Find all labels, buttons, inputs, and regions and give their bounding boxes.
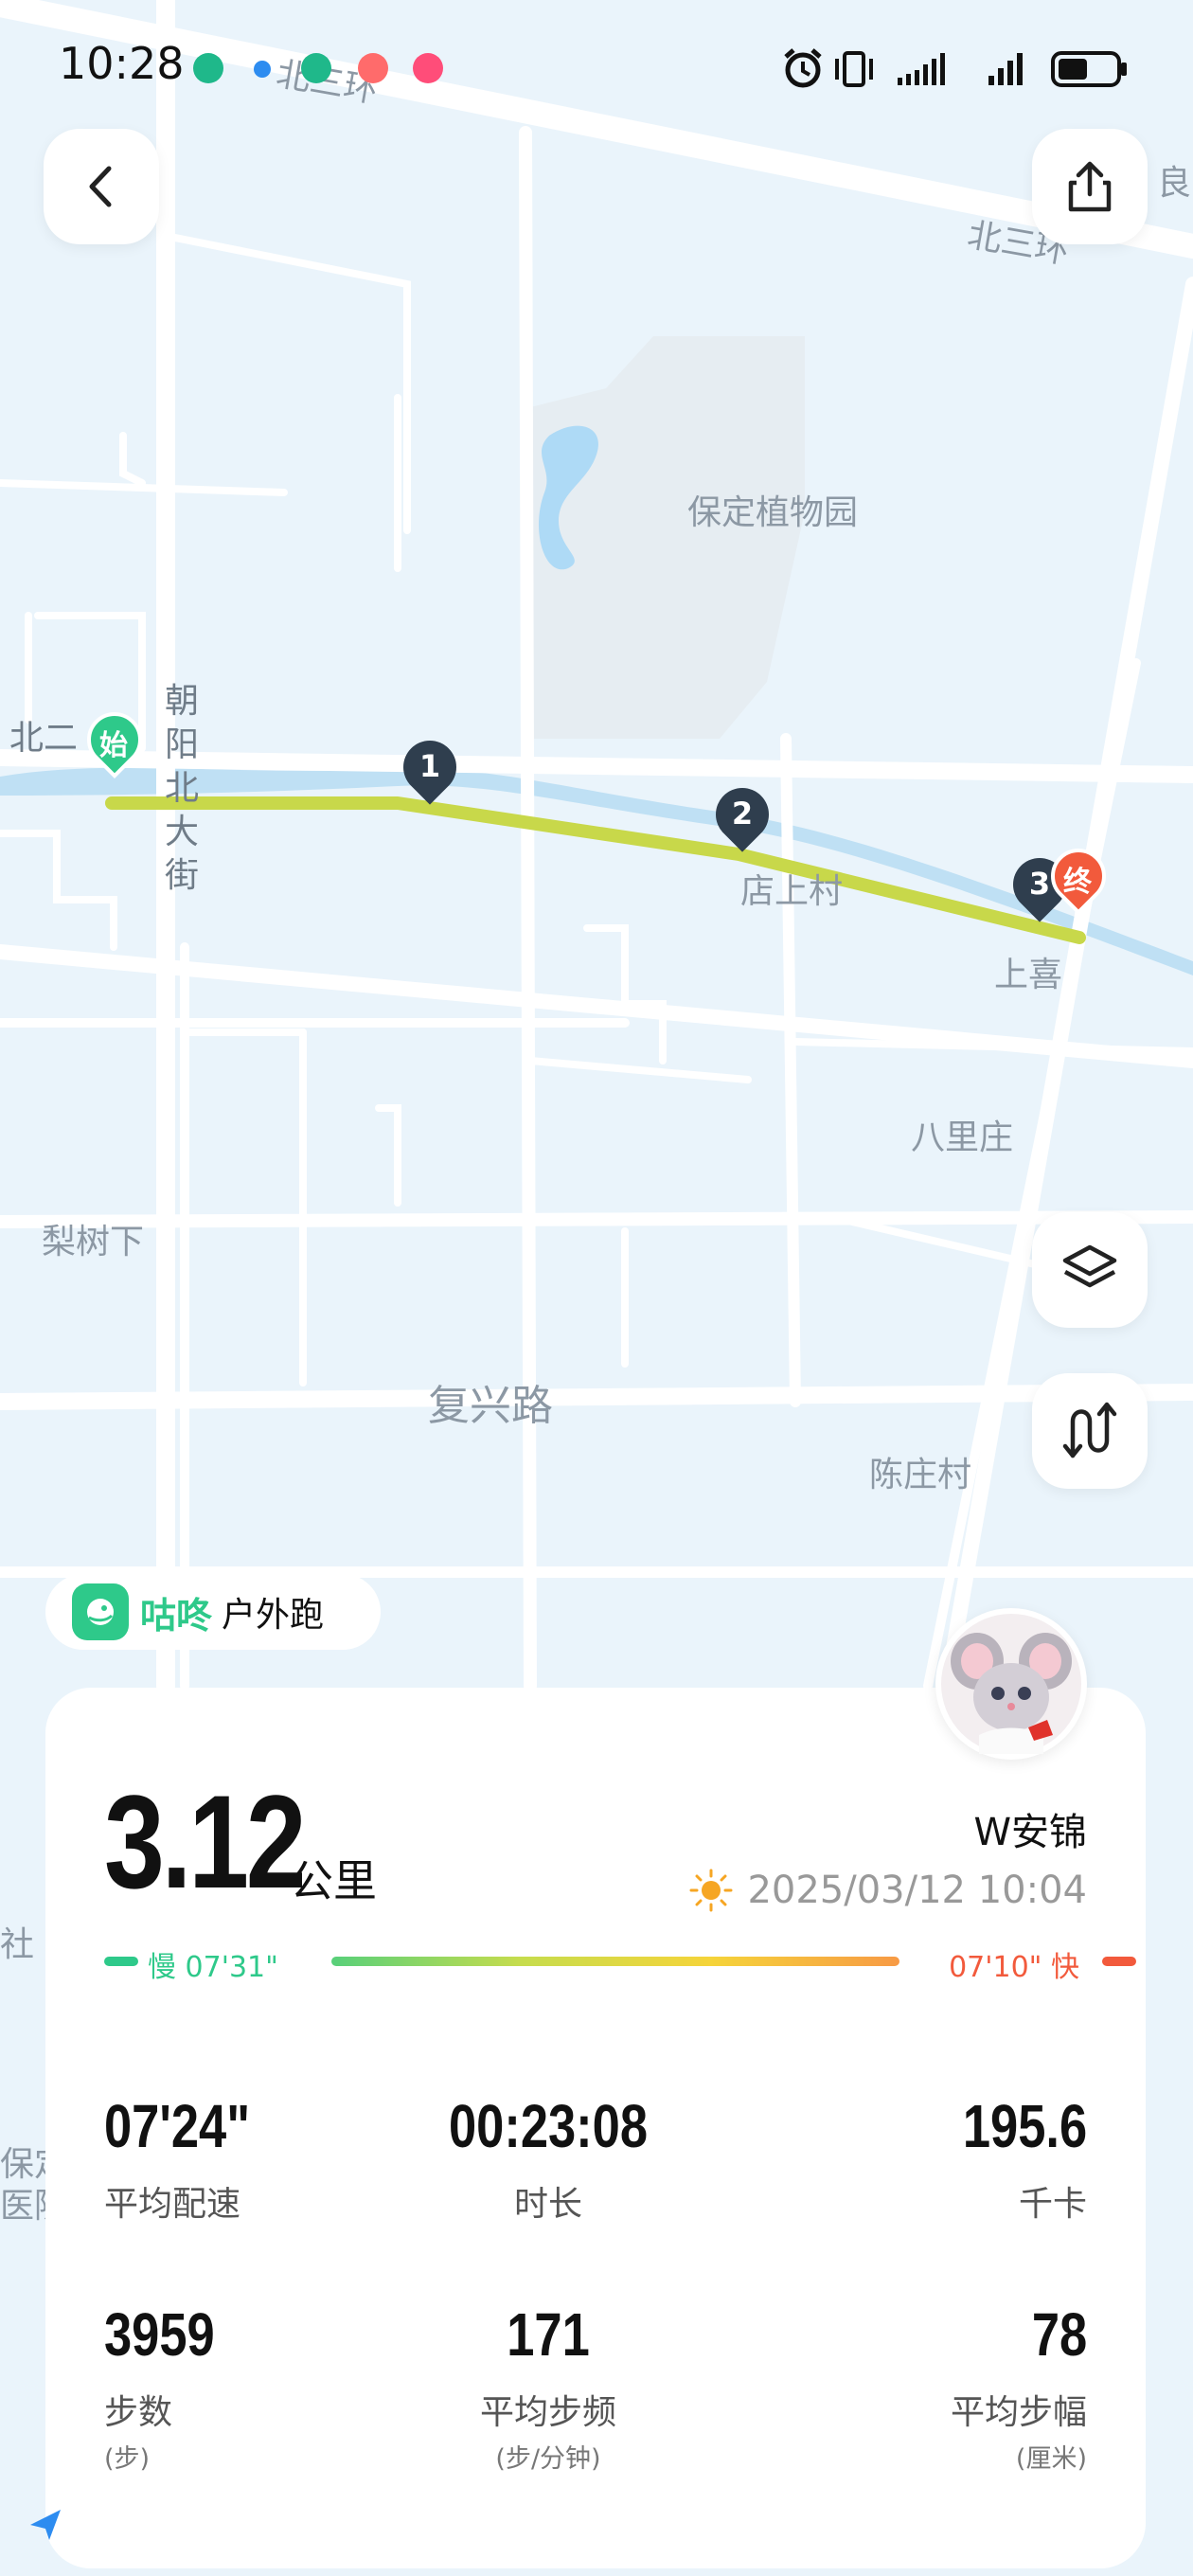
app-source-tag: 咕咚 户外跑 — [45, 1574, 381, 1650]
stat-label: 平均配速 — [104, 2185, 241, 2224]
map-label-right-edge: 良 — [1157, 164, 1192, 203]
route-icon — [1062, 1402, 1117, 1458]
map-label-shangxi: 上喜 — [994, 956, 1063, 994]
map-label-chenzhuang: 陈庄村 — [869, 1456, 972, 1494]
map-label-she: 社 — [0, 1925, 35, 1964]
layers-icon — [1062, 1244, 1117, 1288]
notification-app-icon — [254, 61, 271, 78]
street-char: 朝 — [164, 682, 199, 721]
map-layers-button[interactable] — [1032, 1212, 1148, 1328]
map-label-botanical-garden: 保定植物园 — [687, 493, 859, 532]
map-label-bei-er: 北二 — [9, 719, 79, 758]
chevron-left-icon — [89, 166, 112, 207]
map-label-fuxing-road: 复兴路 — [428, 1382, 553, 1430]
stat-label: 千卡 — [1018, 2185, 1087, 2224]
status-icons — [782, 47, 1132, 91]
stat-label: 步数 — [104, 2393, 173, 2432]
back-button[interactable] — [44, 129, 159, 244]
activity-type: 户外跑 — [222, 1596, 325, 1635]
stat-value: 3959 — [104, 2300, 215, 2369]
datetime-row: 2025/03/12 10:04 — [688, 1868, 1087, 1913]
km-marker-1: 1 — [392, 729, 468, 807]
notification-app-icon — [358, 53, 388, 83]
km-marker-2: 2 — [704, 777, 780, 854]
pace-gradient — [331, 1957, 899, 1966]
stat-label: 平均步频 — [479, 2393, 616, 2432]
stat-unit: (步/分钟) — [495, 2444, 601, 2474]
stat-value: 00:23:08 — [448, 2092, 649, 2160]
signal-icon — [898, 53, 945, 85]
stat-label: 时长 — [513, 2185, 582, 2224]
stat-value: 171 — [507, 2300, 590, 2369]
pace-slow-label: 慢 07'31" — [148, 1951, 278, 1984]
start-marker: 始 — [75, 700, 154, 779]
street-char: 大 — [164, 813, 199, 851]
route-replay-button[interactable] — [1032, 1373, 1148, 1489]
street-name-chaoyang: 朝 阳 北 大 街 — [161, 680, 203, 898]
user-name: W安锦 — [973, 1811, 1087, 1854]
stat-unit: (步) — [104, 2444, 151, 2474]
notification-app-icon — [413, 53, 443, 83]
share-button[interactable] — [1032, 129, 1148, 244]
stat-unit: (厘米) — [1015, 2444, 1087, 2474]
stat-value: 78 — [1031, 2300, 1087, 2369]
mouse-avatar-image — [941, 1614, 1081, 1754]
map-label-balizhuang: 八里庄 — [911, 1118, 1014, 1157]
distance-unit: 公里 — [290, 1855, 377, 1906]
app-brand-name: 咕咚 — [140, 1594, 213, 1637]
vibrate-icon — [835, 51, 873, 87]
end-marker: 终 — [1039, 836, 1118, 916]
stat-label: 平均步幅 — [950, 2393, 1087, 2432]
sun-icon — [689, 1869, 733, 1912]
pace-fast-label: 07'10" 快 — [949, 1951, 1079, 1984]
distance-value: 3.12 — [104, 1767, 307, 1916]
pace-bar: 慢 07'31" 07'10" 快 — [104, 1943, 1136, 1984]
avatar[interactable] — [935, 1608, 1087, 1760]
notification-app-icon — [193, 53, 223, 83]
share-icon — [1068, 161, 1112, 212]
workout-summary-card: 3.12 公里 W安锦 2025/03/12 10:04 慢 07'31" 07… — [45, 1688, 1146, 2568]
status-time: 10:28 — [59, 38, 185, 89]
signal-icon — [988, 53, 1023, 85]
stat-value: 07'24" — [104, 2092, 251, 2160]
pace-fast-dot — [1102, 1957, 1136, 1966]
battery-icon — [1051, 51, 1127, 87]
street-char: 街 — [164, 856, 199, 895]
stat-value: 195.6 — [962, 2092, 1087, 2160]
codoon-logo-icon — [72, 1583, 129, 1640]
map-label-dianshang: 店上村 — [740, 872, 844, 911]
alarm-icon — [784, 48, 822, 88]
pace-slow-dot — [104, 1957, 138, 1966]
notification-app-icon — [301, 53, 331, 83]
activity-datetime: 2025/03/12 10:04 — [747, 1869, 1087, 1912]
map-label-lishuxia: 梨树下 — [42, 1223, 145, 1261]
street-char: 阳 — [164, 725, 199, 764]
location-arrow-icon — [27, 2506, 64, 2544]
street-char: 北 — [164, 769, 199, 808]
